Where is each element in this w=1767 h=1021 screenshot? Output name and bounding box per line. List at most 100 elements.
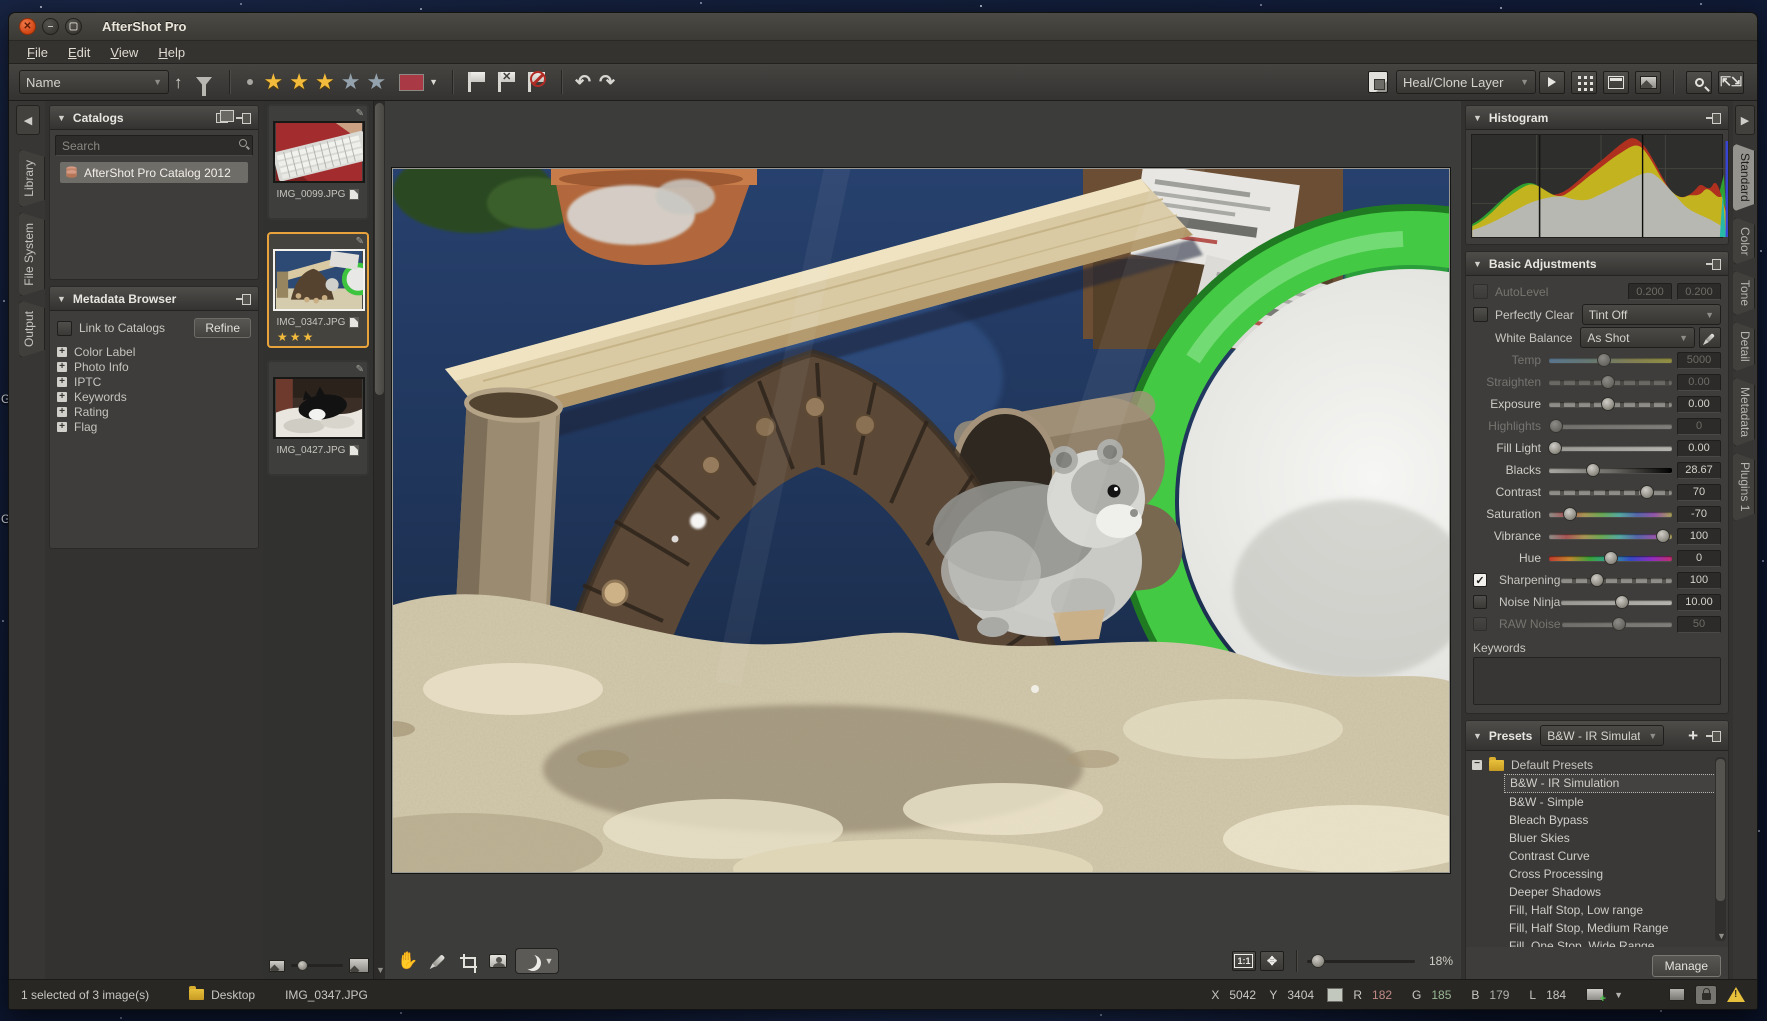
- collapse-triangle-icon[interactable]: ▼: [1473, 259, 1482, 269]
- slider-thumb[interactable]: [1549, 419, 1563, 433]
- temp-slider[interactable]: [1549, 358, 1672, 363]
- slideshow-button[interactable]: [1539, 71, 1565, 94]
- menu-help[interactable]: Help: [148, 43, 195, 62]
- sort-field-dropdown[interactable]: Name ▼: [19, 70, 169, 94]
- contrast-slider[interactable]: [1549, 490, 1672, 495]
- sort-direction-icon[interactable]: ↑: [174, 74, 183, 91]
- highlights-value[interactable]: 0: [1677, 418, 1721, 435]
- autolevel-value-1[interactable]: 0.200: [1628, 283, 1672, 300]
- exposure-value[interactable]: 0.00: [1677, 396, 1721, 413]
- proof-icon[interactable]: [1669, 988, 1685, 1001]
- menu-file[interactable]: File: [17, 43, 58, 62]
- perfectly-clear-dropdown[interactable]: Tint Off ▼: [1582, 304, 1721, 325]
- filmstrip-scrollbar[interactable]: ▼: [373, 101, 385, 979]
- preset-item-bluer-skies[interactable]: Bluer Skies: [1504, 829, 1726, 847]
- thumbnail-img_0099.jpg[interactable]: ✎IMG_0099.JPG: [267, 104, 369, 220]
- single-image-view-button[interactable]: [1635, 71, 1661, 94]
- raw-noise-checkbox[interactable]: [1473, 617, 1487, 631]
- preset-item-fill-half-stop-low-range[interactable]: Fill, Half Stop, Low range: [1504, 901, 1726, 919]
- pin-icon[interactable]: [1706, 731, 1721, 740]
- expand-plus-icon[interactable]: +: [57, 377, 67, 387]
- collapse-right-panel-button[interactable]: ▶: [1735, 105, 1755, 135]
- preset-folder-row[interactable]: − Default Presets: [1472, 755, 1726, 774]
- pan-tool-button[interactable]: ✋: [395, 948, 421, 974]
- rating-star-1[interactable]: ★: [264, 69, 284, 94]
- crop-tool-button[interactable]: [455, 948, 481, 974]
- slider-thumb[interactable]: [1612, 617, 1626, 631]
- link-to-catalogs-checkbox[interactable]: [57, 321, 72, 336]
- filter-icon[interactable]: [196, 77, 212, 87]
- collapse-triangle-icon[interactable]: ▼: [57, 113, 66, 123]
- redeye-tool-button[interactable]: [485, 948, 511, 974]
- temp-value[interactable]: 5000: [1677, 352, 1721, 369]
- straighten-slider[interactable]: [1549, 380, 1672, 385]
- preset-item-fill-half-stop-medium-range[interactable]: Fill, Half Stop, Medium Range: [1504, 919, 1726, 937]
- chevron-down-icon[interactable]: ▼: [1614, 990, 1623, 1000]
- slider-thumb[interactable]: [1590, 573, 1604, 587]
- histogram-header[interactable]: ▼ Histogram: [1466, 106, 1728, 130]
- hue-value[interactable]: 0: [1677, 550, 1721, 567]
- titlebar[interactable]: ✕ – ▢ AfterShot Pro: [9, 13, 1757, 41]
- chevron-down-icon[interactable]: ▼: [429, 78, 438, 87]
- noise-ninja-slider[interactable]: [1561, 600, 1672, 605]
- vibrance-value[interactable]: 100: [1677, 528, 1721, 545]
- sharpening-slider[interactable]: [1561, 578, 1672, 583]
- right-tab-standard[interactable]: Standard: [1733, 143, 1755, 212]
- slider-thumb[interactable]: [1640, 485, 1654, 499]
- hue-slider[interactable]: [1549, 556, 1672, 561]
- preset-item-b-w-simple[interactable]: B&W - Simple: [1504, 793, 1726, 811]
- slider-thumb[interactable]: [1615, 595, 1629, 609]
- expand-plus-icon[interactable]: +: [57, 422, 67, 432]
- magnifier-button[interactable]: [1686, 71, 1712, 94]
- saturation-slider[interactable]: [1549, 512, 1672, 517]
- slider-thumb[interactable]: [1656, 529, 1670, 543]
- slider-thumb[interactable]: [1597, 353, 1611, 367]
- collapse-triangle-icon[interactable]: ▼: [1473, 731, 1482, 741]
- collapse-triangle-icon[interactable]: ▼: [57, 294, 66, 304]
- scrollbar-thumb[interactable]: [375, 103, 384, 395]
- close-button[interactable]: ✕: [19, 18, 36, 35]
- slider-thumb[interactable]: [1601, 397, 1615, 411]
- preset-item-deeper-shadows[interactable]: Deeper Shadows: [1504, 883, 1726, 901]
- catalogs-panel-header[interactable]: ▼ Catalogs: [50, 106, 258, 130]
- fit-view-button[interactable]: ✥: [1260, 951, 1284, 971]
- straighten-value[interactable]: 0.00: [1677, 374, 1721, 391]
- scrollbar-down-arrow[interactable]: ▼: [376, 965, 385, 975]
- thumbnail-size-slider[interactable]: [291, 964, 343, 967]
- rating-star-3[interactable]: ★: [315, 69, 335, 94]
- collapse-box-icon[interactable]: −: [1472, 760, 1482, 770]
- right-tab-color[interactable]: Color: [1733, 217, 1755, 266]
- flag-unpick-button[interactable]: [496, 72, 518, 92]
- metadata-tree-item-color-label[interactable]: +Color Label: [57, 344, 251, 359]
- warning-icon[interactable]: [1727, 987, 1745, 1002]
- presets-scrollbar[interactable]: ▼: [1715, 757, 1726, 941]
- rating-star-5[interactable]: ★: [366, 69, 386, 94]
- pin-icon[interactable]: [236, 294, 251, 303]
- metadata-browser-header[interactable]: ▼ Metadata Browser: [50, 287, 258, 311]
- flag-reject-button[interactable]: [526, 72, 548, 92]
- slider-thumb[interactable]: [1563, 507, 1577, 521]
- highlights-slider[interactable]: [1549, 424, 1672, 429]
- expand-plus-icon[interactable]: +: [57, 392, 67, 402]
- fullscreen-button[interactable]: ⇱⇲: [1718, 71, 1744, 94]
- slider-thumb[interactable]: [1604, 551, 1618, 565]
- preset-item-b-w-ir-simulation[interactable]: B&W - IR Simulation: [1504, 774, 1726, 793]
- saturation-value[interactable]: -70: [1677, 506, 1721, 523]
- scrollbar-down-arrow[interactable]: ▼: [1717, 931, 1726, 941]
- rating-star-4[interactable]: ★: [341, 69, 361, 94]
- lock-button[interactable]: [1695, 985, 1717, 1005]
- autolevel-checkbox[interactable]: [1473, 284, 1488, 299]
- raw-noise-value[interactable]: 50: [1677, 616, 1721, 633]
- manage-presets-button[interactable]: Manage: [1652, 955, 1721, 977]
- contrast-value[interactable]: 70: [1677, 484, 1721, 501]
- sharpening-checkbox[interactable]: ✓: [1473, 573, 1487, 587]
- thumbnail-large-icon[interactable]: [349, 958, 369, 973]
- slider-thumb[interactable]: [1601, 375, 1615, 389]
- browse-layout-button[interactable]: [1603, 71, 1629, 94]
- slider-thumb[interactable]: [1586, 463, 1600, 477]
- rotate-right-icon[interactable]: ↷: [599, 71, 615, 94]
- collapse-left-panel-button[interactable]: ◀: [16, 105, 40, 135]
- eyedropper-tool-button[interactable]: [425, 948, 451, 974]
- pin-icon[interactable]: [236, 113, 251, 122]
- white-balance-dropdown[interactable]: As Shot ▼: [1580, 327, 1695, 348]
